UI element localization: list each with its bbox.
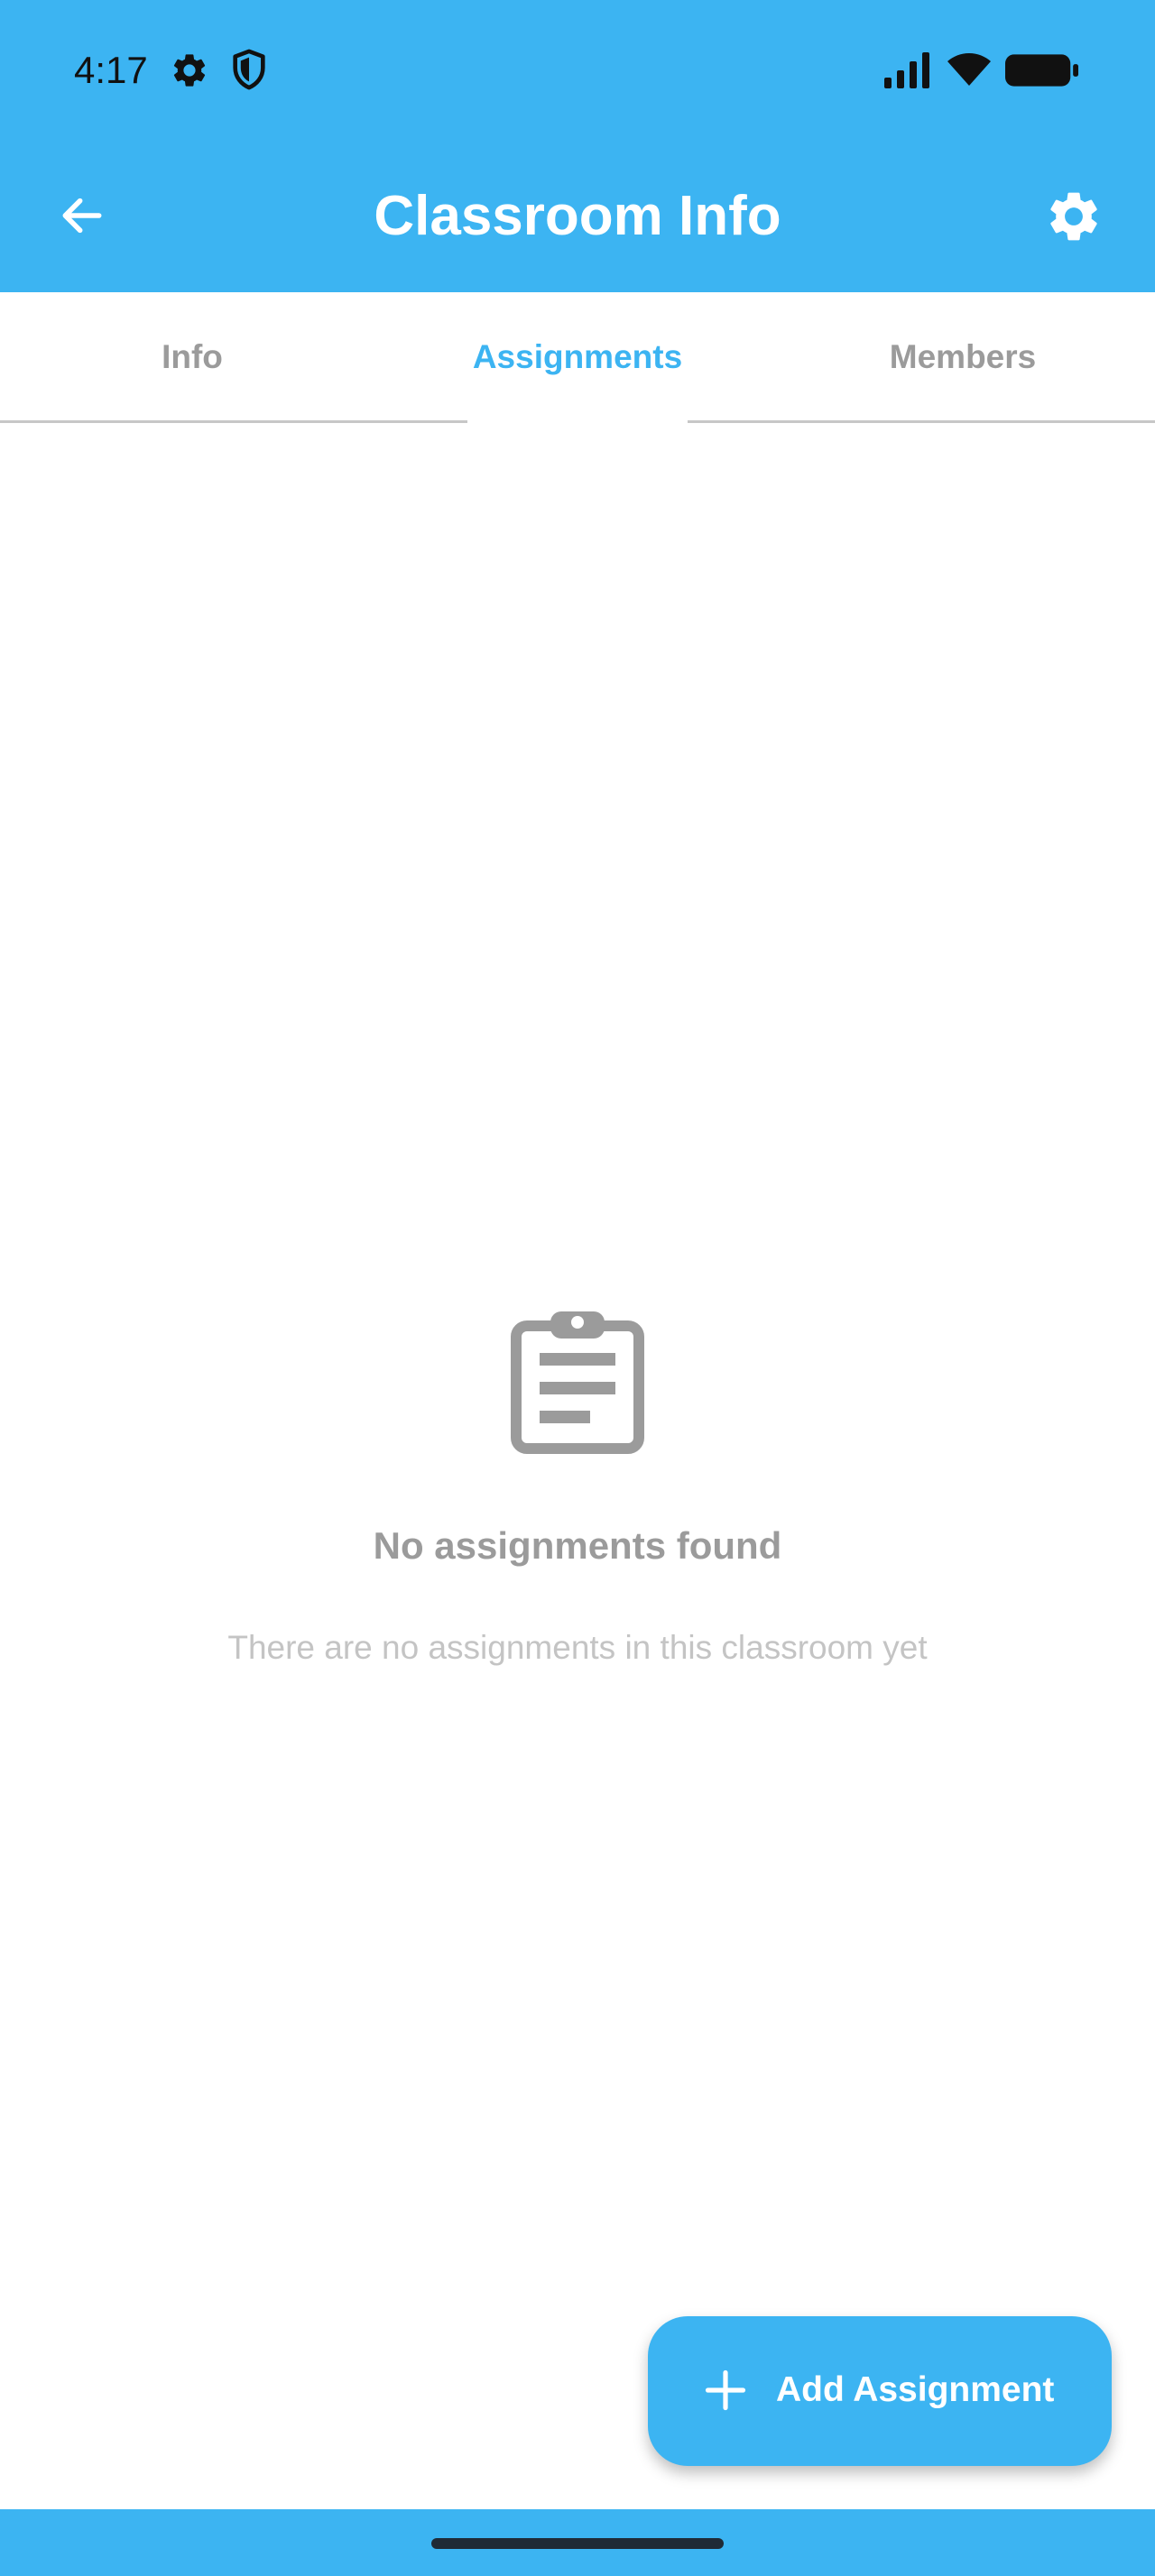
signal-icon [884,52,929,88]
empty-state-title: No assignments found [373,1524,782,1567]
add-assignment-button[interactable]: Add Assignment [648,2316,1112,2466]
status-time: 4:17 [74,49,148,91]
battery-icon [1005,54,1079,87]
tab-bar: Info Assignments Members [0,292,1155,423]
tab-divider-right [688,420,1155,423]
wifi-icon [947,53,991,86]
tab-info[interactable]: Info [0,292,384,422]
home-indicator[interactable] [431,2538,724,2549]
page-title: Classroom Info [374,185,781,247]
app-header: 4:17 Classroom Info [0,0,1155,292]
gear-icon [1050,192,1097,241]
plus-icon [705,2369,746,2411]
clipboard-icon [511,1311,644,1454]
tab-members[interactable]: Members [771,292,1155,422]
settings-button[interactable] [1041,184,1106,249]
tab-divider-left [0,420,467,423]
add-assignment-label: Add Assignment [776,2370,1055,2409]
shield-icon [233,49,265,90]
system-nav-bar [0,2509,1155,2576]
tab-assignments[interactable]: Assignments [384,292,771,422]
status-bar: 4:17 [0,0,1155,141]
empty-state-subtitle: There are no assignments in this classro… [227,1629,928,1666]
gear-icon [173,54,206,87]
